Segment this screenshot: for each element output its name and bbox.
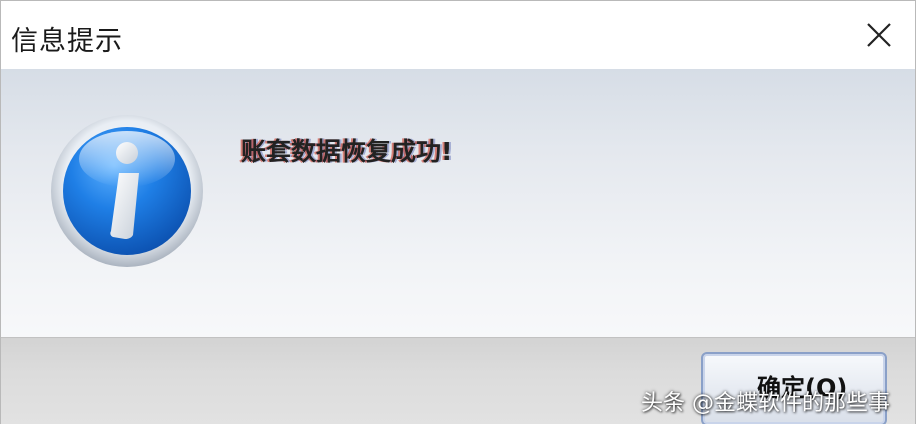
information-icon bbox=[51, 115, 203, 267]
close-button[interactable] bbox=[861, 17, 897, 53]
watermark-text: 头条 @金蝶软件的那些事 bbox=[641, 391, 890, 416]
info-dialog: 信息提示 账套数据恢复成功! 确定(O) 头条 @金蝶软件的那些事 bbox=[0, 0, 916, 424]
message-text: 账套数据恢复成功! bbox=[241, 137, 453, 166]
dialog-title: 信息提示 bbox=[11, 26, 123, 57]
title-bar: 信息提示 bbox=[1, 1, 915, 69]
close-icon bbox=[867, 23, 891, 47]
dialog-body: 账套数据恢复成功! bbox=[1, 69, 915, 337]
